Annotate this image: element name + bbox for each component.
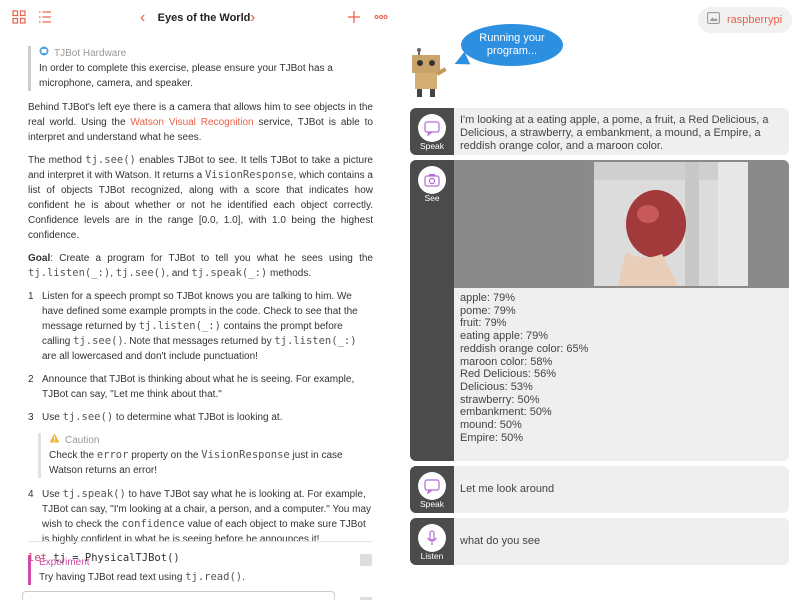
callout-title: TJBot Hardware — [54, 48, 127, 59]
speak-output-card: Speak Let me look around — [410, 466, 789, 513]
card-label: See — [424, 193, 440, 203]
tjbot-avatar — [408, 46, 456, 101]
code-marker-icon[interactable] — [360, 554, 372, 566]
vision-result-item: maroon color: 58% — [460, 355, 553, 368]
robot-icon — [39, 46, 49, 61]
callout-text: In order to complete this exercise, plea… — [39, 63, 333, 89]
photo-backdrop — [454, 160, 789, 288]
chevron-right-icon[interactable]: › — [250, 9, 255, 27]
listen-output-card: Listen what do you see — [410, 518, 789, 565]
vision-result-item: pome: 79% — [460, 304, 516, 317]
guide-pane: ‹ Eyes of the World › TJBot Hardware In … — [0, 0, 400, 600]
device-label: raspberrypi — [727, 14, 783, 26]
card-label: Speak — [419, 141, 445, 151]
guide-content: TJBot Hardware In order to complete this… — [28, 46, 373, 594]
card-label: Speak — [419, 499, 445, 509]
intro-paragraph: Behind TJBot's left eye there is a camer… — [28, 102, 373, 143]
speak-text: I'm looking at a eating apple, a pome, a… — [460, 114, 769, 152]
vision-result-item: Red Delicious: 56% — [460, 368, 556, 381]
card-sidebar: See — [410, 160, 454, 461]
vision-result-item: fruit: 79% — [460, 317, 507, 330]
vision-result-item: eating apple: 79% — [460, 330, 549, 343]
warning-icon — [49, 433, 60, 448]
code-input-field[interactable] — [22, 591, 335, 600]
status-bubble: Running your program... — [461, 24, 563, 66]
plus-icon[interactable] — [347, 10, 363, 26]
list-icon[interactable] — [38, 10, 54, 26]
divider — [28, 541, 373, 542]
page-title: Eyes of the World — [157, 12, 251, 24]
vision-result-item: strawberry: 50% — [460, 393, 540, 406]
goal-paragraph: Goal: Create a program for TJBot to tell… — [28, 253, 373, 279]
vision-results: apple: 79% pome: 79% fruit: 79% eating appl… — [460, 292, 588, 444]
callout-title: Caution — [65, 435, 100, 446]
eye-camera-icon — [418, 166, 446, 194]
grid-icon[interactable] — [12, 10, 28, 26]
caution-callout: Caution Check the error property on the … — [38, 433, 373, 478]
hardware-callout: TJBot Hardware In order to complete this… — [28, 46, 373, 91]
speak-output-card: Speak I'm looking at a eating apple, a p… — [410, 108, 789, 155]
microphone-icon — [418, 524, 446, 552]
live-view-pane: raspberrypi Running your program... Spea… — [400, 0, 800, 600]
step-item: 1 Listen for a speech prompt so TJBot kn… — [28, 291, 358, 362]
watson-link[interactable]: Watson Visual Recognition — [130, 117, 253, 128]
speech-bubble-icon — [418, 472, 446, 500]
card-sidebar: Listen — [410, 518, 454, 565]
device-selector[interactable]: raspberrypi — [698, 7, 792, 33]
card-sidebar: Speak — [410, 108, 454, 155]
captured-photo — [582, 162, 748, 286]
speech-bubble-icon — [418, 114, 446, 142]
speak-text: Let me look around — [460, 483, 555, 495]
vision-result-item: embankment: 50% — [460, 406, 552, 419]
vision-result-item: apple: 79% — [460, 292, 516, 304]
vision-result-item: Delicious: 53% — [460, 380, 533, 393]
card-sidebar: Speak — [410, 466, 454, 513]
image-icon — [707, 11, 720, 29]
step-item: 3 Use tj.see() to determine what TJBot i… — [28, 411, 283, 423]
see-output-card: See apple: 79% pome: 79% fruit: 79% eating … — [410, 160, 789, 461]
more-icon[interactable] — [374, 10, 390, 26]
method-paragraph: The method tj.see() enables TJBot to see… — [28, 154, 373, 241]
step-item: 4 Use tj.speak() to have TJBot say what … — [28, 488, 372, 545]
step-item: 2 Announce that TJBot is thinking about … — [28, 374, 355, 400]
vision-result-item: Empire: 50% — [460, 431, 523, 444]
top-toolbar: ‹ Eyes of the World › — [0, 0, 400, 36]
vision-result-item: mound: 50% — [460, 419, 522, 432]
listen-text: what do you see — [460, 535, 541, 547]
card-label: Listen — [420, 551, 444, 561]
code-editor-line[interactable]: let tj = PhysicalTJBot() — [28, 552, 373, 570]
chevron-left-icon[interactable]: ‹ — [140, 9, 145, 27]
vision-result-item: reddish orange color: 65% — [460, 342, 589, 355]
